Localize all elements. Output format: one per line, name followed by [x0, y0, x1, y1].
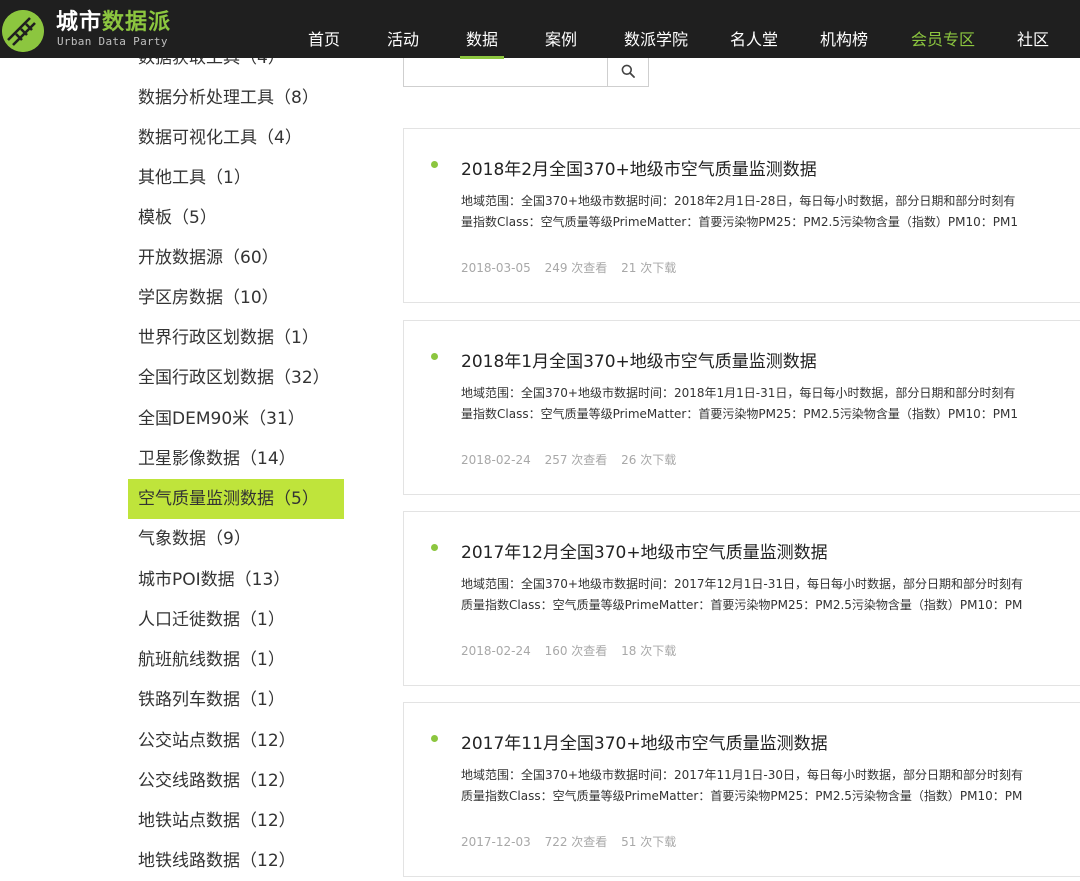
description-line: 地域范围：全国370+地级市数据时间：2017年12月1日-31日，每日每小时数…: [461, 577, 1024, 591]
view-count: 160 次查看: [544, 644, 608, 658]
sidebar-item-visualization-tools[interactable]: 数据可视化工具（4）: [128, 118, 344, 158]
dataset-title-link[interactable]: 2017年11月全国370+地级市空气质量监测数据: [461, 729, 828, 754]
download-count: 26 次下载: [621, 453, 677, 467]
nav-institution-ranking[interactable]: 机构榜: [820, 30, 868, 50]
category-sidebar: 数据获取工具（4） 数据分析处理工具（8） 数据可视化工具（4） 其他工具（1）…: [0, 0, 380, 876]
description-line: 地域范围：全国370+地级市数据时间：2017年11月1日-30日，每日每小时数…: [461, 768, 1024, 782]
sidebar-item-railway-trains[interactable]: 铁路列车数据（1）: [128, 680, 344, 720]
dataset-description: 地域范围：全国370+地级市数据时间：2017年11月1日-30日，每日每小时数…: [461, 765, 1080, 807]
download-count: 21 次下载: [621, 261, 677, 275]
site-logo-text[interactable]: 城市数据派: [56, 10, 171, 36]
search-icon: [621, 63, 635, 82]
dataset-title-link[interactable]: 2018年2月全国370+地级市空气质量监测数据: [461, 155, 817, 180]
bullet-dot-icon: [431, 353, 438, 360]
dataset-card: 2018年1月全国370+地级市空气质量监测数据 地域范围：全国370+地级市数…: [403, 320, 1080, 495]
logo-icon[interactable]: [2, 10, 44, 52]
dataset-description: 地域范围：全国370+地级市数据时间：2018年2月1日-28日，每日每小时数据…: [461, 191, 1080, 233]
logo-text-main: 城市: [56, 10, 103, 35]
dataset-meta: 2018-02-24 160 次查看 18 次下载: [461, 642, 686, 659]
publish-date: 2017-12-03: [461, 835, 531, 849]
publish-date: 2018-02-24: [461, 453, 531, 467]
nav-members-zone[interactable]: 会员专区: [911, 30, 975, 50]
dataset-title-link[interactable]: 2017年12月全国370+地级市空气质量监测数据: [461, 538, 828, 563]
sidebar-item-satellite-imagery[interactable]: 卫星影像数据（14）: [128, 439, 344, 479]
bullet-dot-icon: [431, 735, 438, 742]
dataset-card: 2017年12月全国370+地级市空气质量监测数据 地域范围：全国370+地级市…: [403, 511, 1080, 686]
sidebar-item-flight-routes[interactable]: 航班航线数据（1）: [128, 640, 344, 680]
description-line: 质量指数Class：空气质量等级PrimeMatter：首要污染物PM25：PM…: [461, 789, 1023, 803]
sidebar-item-bus-stops[interactable]: 公交站点数据（12）: [128, 721, 344, 761]
dataset-meta: 2018-03-05 249 次查看 21 次下载: [461, 259, 686, 276]
sidebar-item-bus-lines[interactable]: 公交线路数据（12）: [128, 761, 344, 801]
view-count: 722 次查看: [544, 835, 608, 849]
sidebar-item-dem90[interactable]: 全国DEM90米（31）: [128, 399, 344, 439]
sidebar-item-metro-lines[interactable]: 地铁线路数据（12）: [128, 841, 344, 881]
download-count: 18 次下载: [621, 644, 677, 658]
logo-subtitle: Urban Data Party: [57, 35, 168, 48]
description-line: 地域范围：全国370+地级市数据时间：2018年2月1日-28日，每日每小时数据…: [461, 194, 1016, 208]
dataset-description: 地域范围：全国370+地级市数据时间：2018年1月1日-31日，每日每小时数据…: [461, 383, 1080, 425]
sidebar-item-school-district-housing[interactable]: 学区房数据（10）: [128, 278, 344, 318]
nav-hall-of-fame[interactable]: 名人堂: [730, 30, 778, 50]
sidebar-item-metro-stations[interactable]: 地铁站点数据（12）: [128, 801, 344, 841]
description-line: 量指数Class：空气质量等级PrimeMatter：首要污染物PM25：PM2…: [461, 407, 1018, 421]
sidebar-item-city-poi[interactable]: 城市POI数据（13）: [128, 560, 344, 600]
search-button[interactable]: [607, 58, 649, 87]
dataset-card: 2017年11月全国370+地级市空气质量监测数据 地域范围：全国370+地级市…: [403, 702, 1080, 877]
nav-data[interactable]: 数据: [459, 30, 505, 59]
publish-date: 2018-02-24: [461, 644, 531, 658]
sidebar-item-data-analysis-tools[interactable]: 数据分析处理工具（8）: [128, 78, 344, 118]
sidebar-item-national-admin-divisions[interactable]: 全国行政区划数据（32）: [128, 358, 344, 398]
description-line: 质量指数Class：空气质量等级PrimeMatter：首要污染物PM25：PM…: [461, 598, 1023, 612]
sidebar-item-templates[interactable]: 模板（5）: [128, 198, 344, 238]
dataset-card: 2018年2月全国370+地级市空气质量监测数据 地域范围：全国370+地级市数…: [403, 128, 1080, 303]
nav-home[interactable]: 首页: [308, 30, 340, 50]
nav-cases[interactable]: 案例: [545, 30, 577, 50]
search-input[interactable]: [403, 58, 608, 87]
sidebar-item-air-quality[interactable]: 空气质量监测数据（5）: [128, 479, 344, 519]
sidebar-item-open-data-sources[interactable]: 开放数据源（60）: [128, 238, 344, 278]
dataset-meta: 2017-12-03 722 次查看 51 次下载: [461, 833, 686, 850]
nav-activities[interactable]: 活动: [387, 30, 419, 50]
download-count: 51 次下载: [621, 835, 677, 849]
publish-date: 2018-03-05: [461, 261, 531, 275]
top-nav-bar: 城市数据派 Urban Data Party 首页 活动 数据 案例 数派学院 …: [0, 0, 1080, 59]
dataset-title-link[interactable]: 2018年1月全国370+地级市空气质量监测数据: [461, 347, 817, 372]
bullet-dot-icon: [431, 161, 438, 168]
logo-text-accent: 数据派: [102, 10, 172, 35]
description-line: 量指数Class：空气质量等级PrimeMatter：首要污染物PM25：PM2…: [461, 215, 1018, 229]
sidebar-item-other-tools[interactable]: 其他工具（1）: [128, 158, 344, 198]
sidebar-item-population-migration[interactable]: 人口迁徙数据（1）: [128, 600, 344, 640]
description-line: 地域范围：全国370+地级市数据时间：2018年1月1日-31日，每日每小时数据…: [461, 386, 1016, 400]
sidebar-item-world-admin-divisions[interactable]: 世界行政区划数据（1）: [128, 318, 344, 358]
view-count: 249 次查看: [544, 261, 608, 275]
sidebar-item-weather[interactable]: 气象数据（9）: [128, 519, 344, 559]
dataset-meta: 2018-02-24 257 次查看 26 次下载: [461, 451, 686, 468]
bullet-dot-icon: [431, 544, 438, 551]
nav-community[interactable]: 社区: [1017, 30, 1049, 50]
nav-academy[interactable]: 数派学院: [624, 30, 688, 50]
view-count: 257 次查看: [544, 453, 608, 467]
dataset-description: 地域范围：全国370+地级市数据时间：2017年12月1日-31日，每日每小时数…: [461, 574, 1080, 616]
